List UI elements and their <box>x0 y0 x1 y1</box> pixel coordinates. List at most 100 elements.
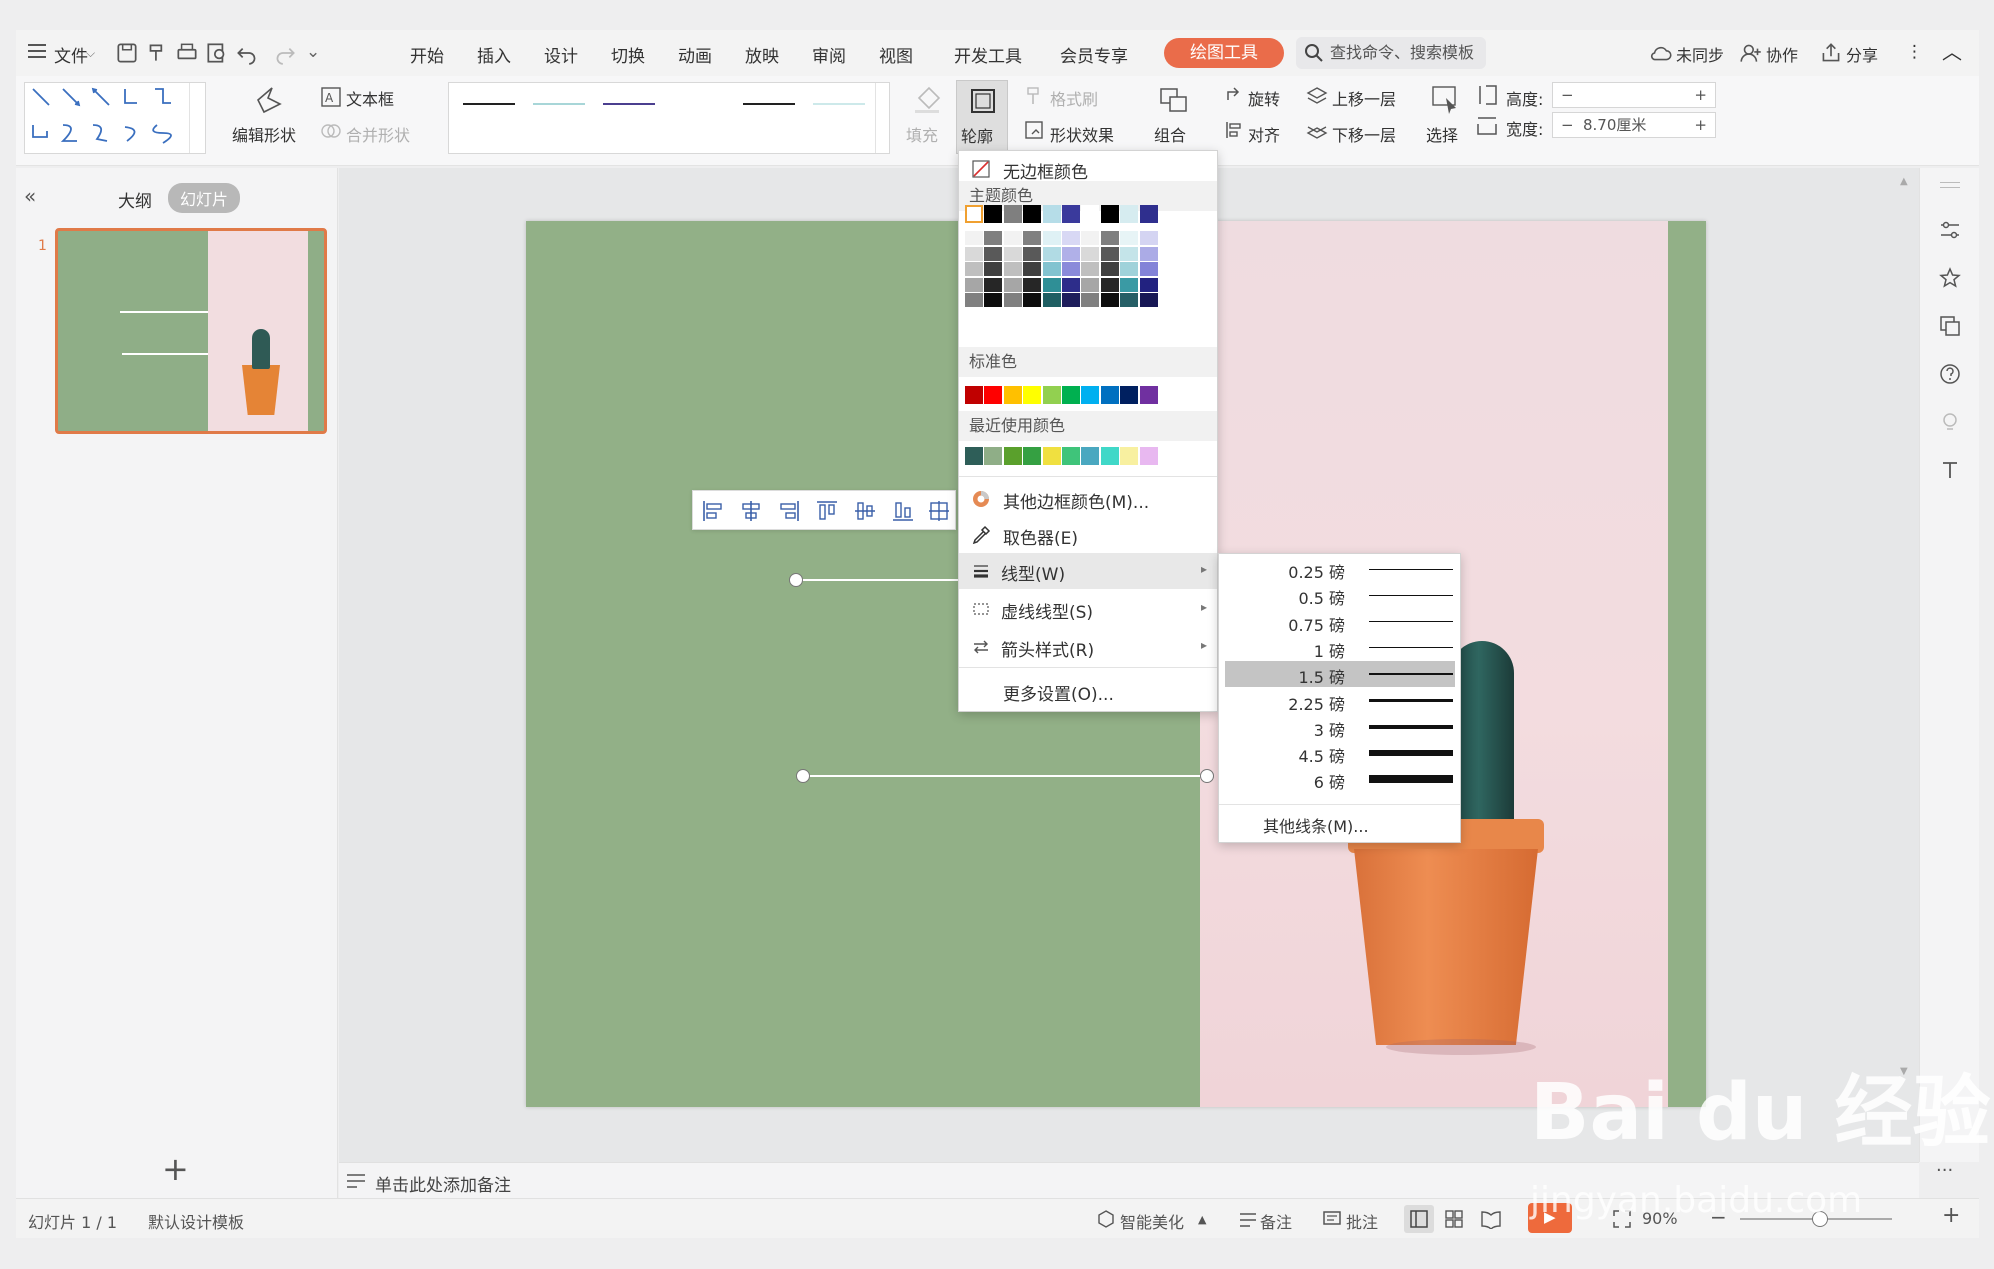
fill-button[interactable]: 填充 <box>906 122 938 146</box>
theme-shade-swatch[interactable] <box>1042 262 1061 277</box>
align-left-icon[interactable] <box>701 499 725 523</box>
notes-button[interactable]: 备注 <box>1260 1209 1292 1233</box>
theme-shade-swatch[interactable] <box>1003 293 1022 308</box>
normal-view-button[interactable] <box>1404 1205 1434 1233</box>
hamburger-icon[interactable] <box>28 44 46 58</box>
search-input[interactable]: 查找命令、搜索模板 <box>1296 37 1486 69</box>
theme-shade-swatch[interactable] <box>1062 262 1080 277</box>
width-decrement[interactable]: − <box>1561 113 1574 137</box>
style-line-2[interactable] <box>533 103 585 105</box>
tab-review[interactable]: 审阅 <box>812 42 846 67</box>
theme-color-swatch[interactable] <box>1120 205 1139 223</box>
theme-shade-swatch[interactable] <box>1003 231 1022 245</box>
recent-color-swatch[interactable] <box>1062 447 1080 465</box>
help-icon[interactable] <box>1938 362 1962 386</box>
theme-shade-swatch[interactable] <box>984 262 1003 277</box>
recent-color-swatch[interactable] <box>1023 447 1042 465</box>
chevron-down-icon[interactable]: ⌵ <box>86 46 95 61</box>
file-menu[interactable]: 文件 <box>54 42 88 67</box>
theme-color-swatch[interactable] <box>965 205 983 223</box>
style-line-3[interactable] <box>603 103 655 105</box>
tab-insert[interactable]: 插入 <box>477 42 511 67</box>
theme-shade-swatch[interactable] <box>965 246 983 261</box>
theme-shade-swatch[interactable] <box>1023 293 1042 308</box>
theme-shade-swatch[interactable] <box>1062 277 1080 292</box>
theme-shade-swatch[interactable] <box>1081 246 1100 261</box>
theme-shade-swatch[interactable] <box>1120 246 1139 261</box>
arrow-style-item[interactable]: 箭头样式(R) ▸ <box>959 629 1217 663</box>
recent-color-swatch[interactable] <box>1003 447 1022 465</box>
theme-shade-swatch[interactable] <box>1003 262 1022 277</box>
no-border-color-item[interactable]: 无边框颜色 <box>959 151 1217 185</box>
line-style-gallery[interactable] <box>448 82 890 154</box>
gallery-scroll[interactable] <box>189 83 205 153</box>
theme-color-swatch[interactable] <box>984 205 1003 223</box>
recent-color-swatch[interactable] <box>1081 447 1100 465</box>
shape-effect-button[interactable]: 形状效果 <box>1050 122 1114 146</box>
theme-shade-swatch[interactable] <box>984 231 1003 245</box>
theme-shade-swatch[interactable] <box>1120 231 1139 245</box>
line-weight-option[interactable]: 1 磅 <box>1225 635 1455 661</box>
distribute-icon[interactable] <box>927 499 951 523</box>
redo-icon[interactable] <box>272 40 298 66</box>
width-increment[interactable]: + <box>1694 113 1707 137</box>
theme-shade-swatch[interactable] <box>1081 293 1100 308</box>
theme-color-swatch[interactable] <box>1003 205 1022 223</box>
theme-shade-swatch[interactable] <box>965 231 983 245</box>
align-right-icon[interactable] <box>777 499 801 523</box>
standard-color-swatch[interactable] <box>1100 386 1119 404</box>
theme-shade-swatch[interactable] <box>1023 246 1042 261</box>
theme-shade-swatch[interactable] <box>984 293 1003 308</box>
settings-sliders-icon[interactable] <box>1938 218 1962 242</box>
theme-color-swatch[interactable] <box>1139 205 1158 223</box>
theme-shade-swatch[interactable] <box>1003 277 1022 292</box>
theme-shade-swatch[interactable] <box>1100 262 1119 277</box>
theme-shade-swatch[interactable] <box>1023 277 1042 292</box>
edit-shape-icon[interactable] <box>252 82 286 116</box>
standard-color-swatch[interactable] <box>1003 386 1022 404</box>
theme-shade-swatch[interactable] <box>1120 293 1139 308</box>
theme-shade-swatch[interactable] <box>1139 293 1158 308</box>
theme-shade-swatch[interactable] <box>1042 277 1061 292</box>
align-top-icon[interactable] <box>815 499 839 523</box>
standard-color-swatch[interactable] <box>1023 386 1042 404</box>
scroll-up-icon[interactable]: ▲ <box>1900 176 1908 187</box>
height-spinner[interactable]: − + <box>1552 82 1716 108</box>
line-shape-selected[interactable] <box>803 775 1207 777</box>
reading-view-icon[interactable] <box>1480 1209 1502 1229</box>
line-shape-gallery[interactable] <box>24 82 206 154</box>
collapse-pane-icon[interactable]: « <box>24 184 36 208</box>
bring-forward-button[interactable]: 上移一层 <box>1332 86 1396 110</box>
undo-icon[interactable] <box>234 40 260 66</box>
theme-shade-swatch[interactable] <box>1139 277 1158 292</box>
print-preview-icon[interactable] <box>204 40 230 66</box>
tab-member[interactable]: 会员专享 <box>1060 42 1128 67</box>
customize-icon[interactable]: ⌄ <box>306 42 320 62</box>
line-weight-option[interactable]: 0.5 磅 <box>1225 582 1455 608</box>
style-line-4[interactable] <box>743 103 795 105</box>
print-icon[interactable] <box>174 40 200 66</box>
lightbulb-icon[interactable] <box>1938 410 1962 434</box>
theme-shade-swatch[interactable] <box>965 262 983 277</box>
theme-shade-swatch[interactable] <box>1042 293 1061 308</box>
theme-shade-swatch[interactable] <box>984 246 1003 261</box>
more-settings-item[interactable]: 更多设置(O)... <box>959 673 1217 707</box>
theme-shade-swatch[interactable] <box>1062 246 1080 261</box>
line-type-item[interactable]: 线型(W) ▸ <box>959 553 1217 589</box>
theme-shade-swatch[interactable] <box>1120 277 1139 292</box>
theme-shade-swatch[interactable] <box>1023 262 1042 277</box>
line-weight-option[interactable]: 3 磅 <box>1225 714 1455 740</box>
line-weight-option[interactable]: 6 磅 <box>1225 766 1455 792</box>
gallery-scroll[interactable] <box>875 83 889 153</box>
text-icon[interactable] <box>1938 458 1962 482</box>
collapse-ribbon-icon[interactable]: ︿ <box>1942 36 1962 65</box>
merge-shape-button[interactable]: 合并形状 <box>346 122 410 146</box>
star-icon[interactable] <box>1938 266 1962 290</box>
dash-type-item[interactable]: 虚线线型(S) ▸ <box>959 591 1217 625</box>
vertical-scrollbar[interactable]: ▲ ▼ <box>1898 176 1912 1136</box>
other-lines-item[interactable]: 其他线条(M)... <box>1263 813 1369 837</box>
recent-color-swatch[interactable] <box>1100 447 1119 465</box>
theme-shade-swatch[interactable] <box>1081 231 1100 245</box>
theme-shade-swatch[interactable] <box>1139 262 1158 277</box>
theme-color-swatch[interactable] <box>1081 205 1100 223</box>
